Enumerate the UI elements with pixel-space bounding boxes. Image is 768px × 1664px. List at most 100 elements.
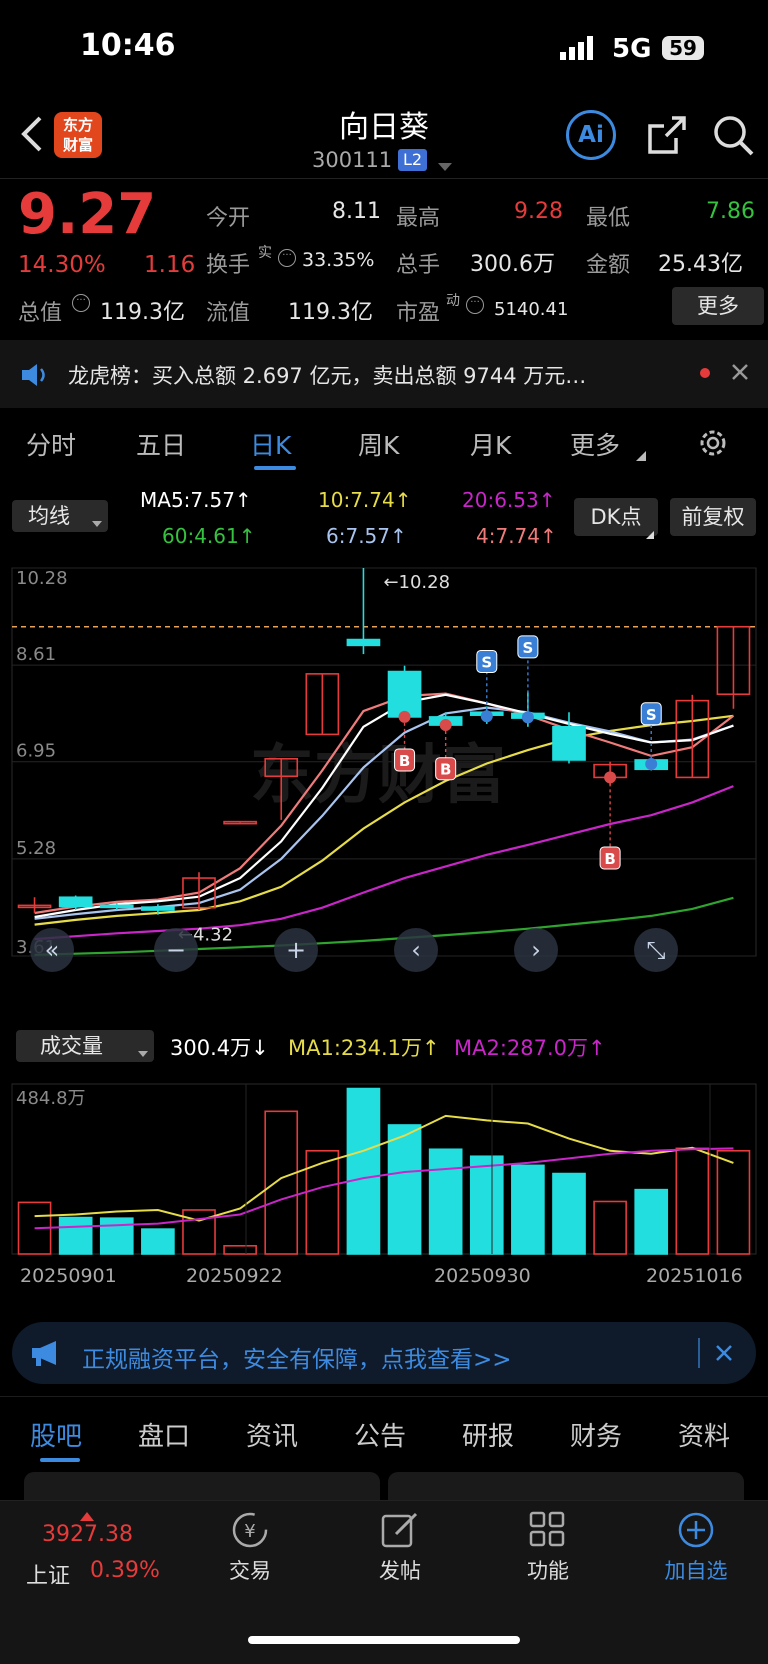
adjust-button[interactable]: 前复权 <box>670 498 756 536</box>
promo-text[interactable]: 正规融资平台，安全有保障，点我查看>> <box>82 1340 512 1374</box>
y-tick-label: 8.61 <box>16 644 56 665</box>
candle-body <box>346 638 381 647</box>
turnover-sup: 实 <box>258 245 272 261</box>
trade-icon[interactable]: ¥ <box>230 1510 270 1554</box>
float-value: 119.3亿 <box>288 300 373 325</box>
network-label: 5G <box>612 34 652 64</box>
home-indicator <box>248 1636 520 1644</box>
candle-body <box>99 904 134 909</box>
battery-icon: 59 <box>662 36 704 60</box>
tab-weekly-k[interactable]: 周K <box>358 426 399 462</box>
tab-orderbook[interactable]: 盘口 <box>138 1416 190 1453</box>
info-icon[interactable]: ··· <box>72 294 90 312</box>
dock-functions[interactable]: 功能 <box>488 1555 608 1585</box>
candle-body <box>387 670 422 718</box>
ai-icon[interactable]: Ai <box>566 110 616 160</box>
candlestick-chart[interactable]: 10.288.616.955.283.61东方财富←10.28←4.32BBBS… <box>0 552 768 1022</box>
dock-add-watchlist[interactable]: 加自选 <box>636 1555 756 1585</box>
volume-select-label: 成交量 <box>40 1034 103 1058</box>
volume-chart[interactable]: 484.8万 20250901 20250922 20250930 20251016 <box>0 1068 768 1308</box>
volume-current: 300.4万↓ <box>170 1036 269 1060</box>
close-icon[interactable] <box>730 362 750 386</box>
volume-ma2: MA2:287.0万↑ <box>454 1036 606 1060</box>
tab-profile[interactable]: 资料 <box>678 1416 730 1453</box>
gear-icon[interactable] <box>696 426 730 464</box>
float-label: 流值 <box>206 301 251 326</box>
ticker-text[interactable]: 龙虎榜：买入总额 2.697 亿元，卖出总额 9744 万元… <box>68 360 668 390</box>
high-label: 最高 <box>396 206 441 231</box>
tab-daily-k[interactable]: 日K <box>250 426 291 462</box>
caret-down-icon[interactable] <box>438 157 452 176</box>
caret-down-icon <box>138 1043 148 1062</box>
volume-bar <box>99 1217 134 1255</box>
dock-trade[interactable]: 交易 <box>190 1555 310 1585</box>
tab-financials[interactable]: 财务 <box>570 1416 622 1453</box>
y-tick-label: 6.95 <box>16 741 56 762</box>
signal-letter: B <box>440 761 451 779</box>
status-time: 10:46 <box>80 28 176 63</box>
pe-label: 市盈 <box>396 301 441 326</box>
grid-icon[interactable] <box>528 1510 568 1554</box>
index-change[interactable]: 0.39% <box>90 1558 160 1583</box>
ma60-line <box>34 896 734 956</box>
date-label: 20250901 <box>20 1265 117 1287</box>
signal-letter: B <box>604 850 615 868</box>
turnover-value: 33.35% <box>302 249 375 271</box>
volume-select[interactable]: 成交量 <box>16 1030 154 1062</box>
ma6-readout: 6:7.57↑ <box>326 524 407 548</box>
chart-nav-icon: − <box>166 936 186 964</box>
close-icon[interactable] <box>714 1343 734 1367</box>
candle-body <box>141 906 175 911</box>
amount-label: 金额 <box>586 253 631 278</box>
tab-announcements[interactable]: 公告 <box>354 1416 406 1453</box>
volume-value: 300.6万 <box>470 252 555 277</box>
volume-bar <box>511 1164 545 1255</box>
edit-icon[interactable] <box>380 1510 420 1554</box>
index-value[interactable]: 3927.38 <box>42 1522 133 1547</box>
signal-dot <box>480 710 493 723</box>
info-icon[interactable]: ··· <box>466 296 484 314</box>
y-tick-label: 10.28 <box>16 568 68 589</box>
candle-body <box>58 896 93 908</box>
speaker-icon <box>20 362 50 392</box>
corner-caret-icon <box>646 524 654 543</box>
tab-monthly-k[interactable]: 月K <box>470 426 511 462</box>
level2-badge[interactable]: L2 <box>398 149 428 171</box>
info-icon[interactable]: ··· <box>278 249 296 267</box>
volume-bar <box>58 1216 93 1255</box>
date-label: 20250922 <box>186 1265 283 1287</box>
pe-value: 5140.41 <box>494 299 569 320</box>
tab-more[interactable]: 更多 <box>570 426 620 462</box>
add-icon[interactable] <box>676 1510 716 1554</box>
tab-news[interactable]: 资讯 <box>246 1416 298 1453</box>
tab-intraday[interactable]: 分时 <box>26 426 76 462</box>
tab-forum[interactable]: 股吧 <box>30 1416 82 1453</box>
volume-bar <box>716 1149 751 1255</box>
dock-post[interactable]: 发帖 <box>340 1555 460 1585</box>
ma60-readout: 60:4.61↑ <box>162 524 256 548</box>
volume-bar <box>428 1148 463 1255</box>
divider <box>0 178 768 179</box>
divider <box>0 1396 768 1397</box>
ma10-readout: 10:7.74↑ <box>318 488 412 512</box>
search-icon[interactable] <box>712 114 756 162</box>
tab-research[interactable]: 研报 <box>462 1416 514 1453</box>
volume-bar <box>346 1087 381 1255</box>
last-price: 9.27 <box>18 182 157 247</box>
ma5-readout: MA5:7.57↑ <box>140 488 252 512</box>
low-value: 7.86 <box>706 199 755 224</box>
share-icon[interactable] <box>646 114 688 160</box>
pe-sup: 动 <box>446 293 460 309</box>
mktcap-value: 119.3亿 <box>100 300 185 325</box>
y-tick-label: 5.28 <box>16 838 56 859</box>
caret-down-icon <box>92 513 102 532</box>
volume-label: 总手 <box>396 253 441 278</box>
more-quote-button[interactable]: 更多 <box>672 287 764 325</box>
signal-letter: S <box>646 706 657 724</box>
volume-bar <box>675 1147 710 1255</box>
chart-nav-icon: › <box>531 936 541 964</box>
low-label: 最低 <box>586 206 631 231</box>
index-name[interactable]: 上证 <box>26 1558 70 1590</box>
tab-five-day[interactable]: 五日 <box>136 426 186 462</box>
high-value: 9.28 <box>514 199 563 224</box>
